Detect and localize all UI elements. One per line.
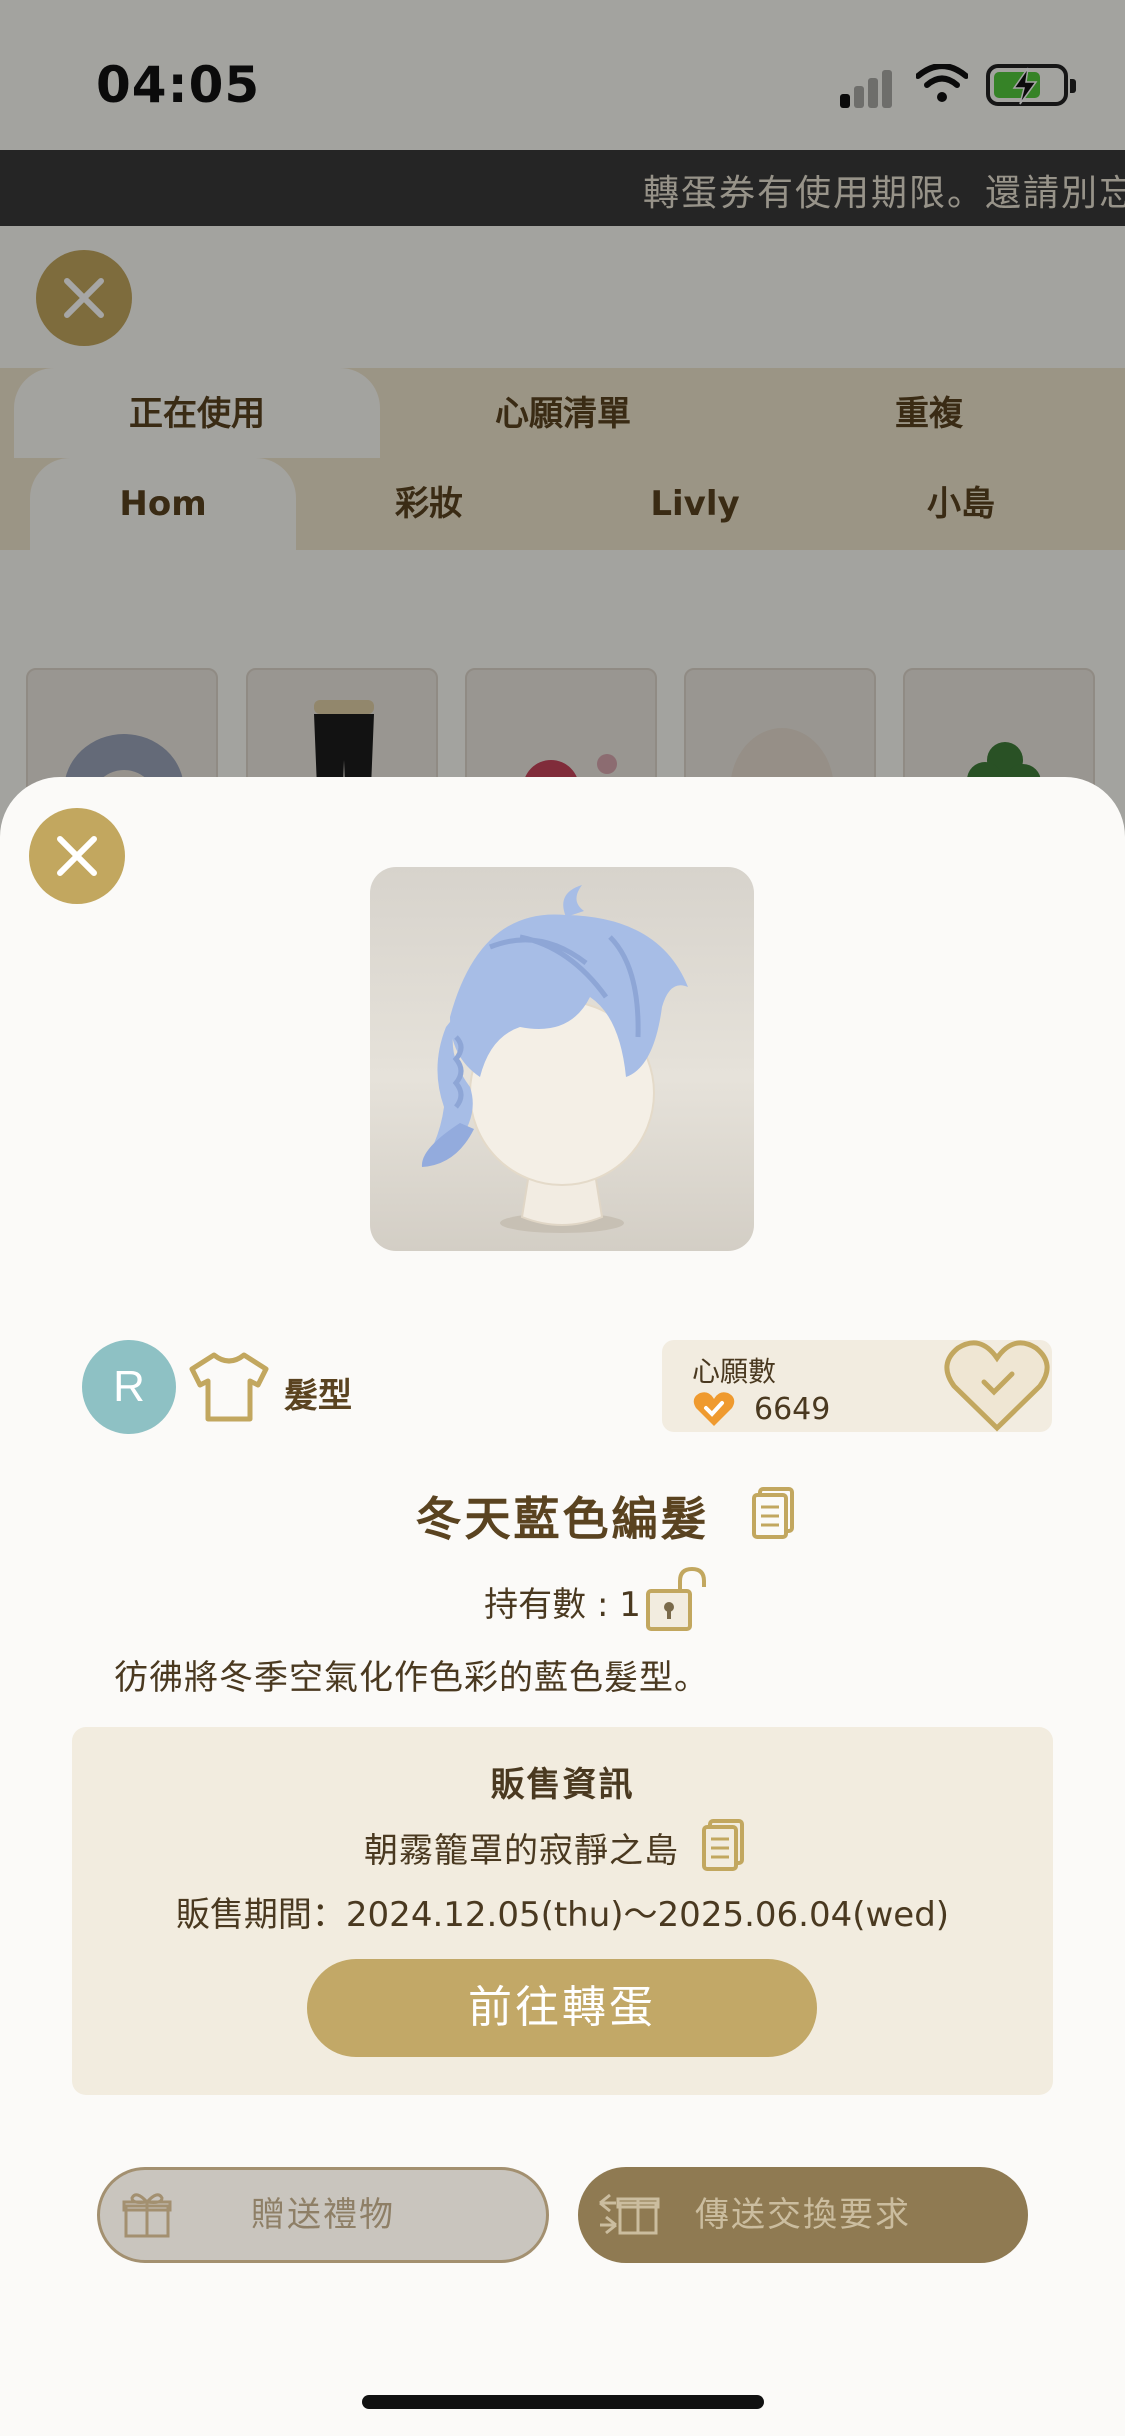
wishlist-label: 心願數 (692, 1355, 777, 1388)
item-preview-image (370, 867, 754, 1251)
item-description: 彷彿將冬季空氣化作色彩的藍色髮型。 (114, 1658, 709, 1698)
trade-request-button[interactable]: 傳送交換要求 (578, 2167, 1028, 2263)
sale-island-name: 朝霧籠罩的寂靜之島 (364, 1831, 679, 1871)
sale-info-title: 販售資訊 (490, 1765, 635, 1805)
trade-request-label: 傳送交換要求 (695, 2195, 911, 2235)
home-indicator[interactable] (362, 2395, 764, 2409)
close-button[interactable] (29, 808, 125, 904)
wishlist-panel: 心願數 6649 (662, 1340, 1052, 1432)
wishlist-heart-button[interactable] (942, 1336, 1052, 1436)
send-gift-button[interactable]: 贈送禮物 (97, 2167, 549, 2263)
item-category: 髮型 (284, 1376, 352, 1416)
blue-braid-hair-illustration (421, 885, 688, 1233)
shirt-icon (189, 1352, 269, 1422)
heart-check-icon (693, 1392, 735, 1426)
rarity-badge: R (82, 1340, 176, 1434)
item-name: 冬天藍色編髮 (415, 1492, 710, 1546)
send-gift-label: 贈送禮物 (251, 2195, 395, 2235)
owned-count: 持有數 : 1 (484, 1585, 641, 1625)
sale-info-panel: 販售資訊 朝霧籠罩的寂靜之島 販售期間：2024.12.05(thu)～2025… (72, 1727, 1053, 2095)
wishlist-count: 6649 (754, 1392, 831, 1427)
go-to-gacha-button[interactable]: 前往轉蛋 (307, 1959, 817, 2057)
sale-period: 販售期間：2024.12.05(thu)～2025.06.04(wed) (175, 1895, 950, 1935)
copy-icon[interactable] (752, 1487, 794, 1539)
item-detail-sheet: R 髮型 心願數 6649 冬天藍色編髮 持有數 : 1 彷彿將冬季空氣化作色彩… (0, 777, 1125, 2436)
copy-icon[interactable] (702, 1819, 744, 1871)
unlock-icon[interactable] (644, 1567, 710, 1633)
close-icon (57, 836, 97, 876)
